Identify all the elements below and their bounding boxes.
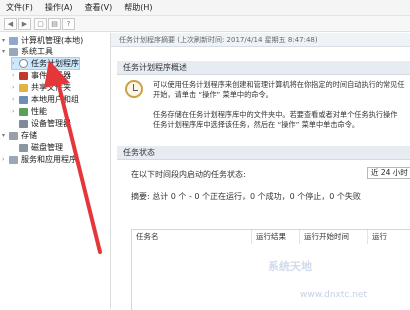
collapse-arrow-icon[interactable]: › (12, 60, 19, 67)
watermark-url: www.dnxtc.net (300, 290, 367, 300)
overview-line-1: 可以使用任务计划程序来创建和管理计算机将在你指定的时间自动执行的常见任 (153, 80, 405, 89)
expand-arrow-icon[interactable]: ▾ (2, 37, 9, 44)
tree-item-label: 服务和应用程序 (21, 155, 77, 164)
performance-icon (19, 107, 28, 116)
tree-item-storage[interactable]: ▾ 存储 (2, 130, 37, 141)
expand-arrow-icon[interactable]: ▾ (2, 132, 9, 139)
summary-header: 任务计划程序摘要 (上次刷新时间: 2017/4/14 星期五 8:47:48) (111, 33, 410, 47)
navigation-tree: ▾ 计算机管理(本地) ▾ 系统工具 › 任务计划程序 › 事件查看器 › 共享… (0, 33, 110, 309)
event-log-icon (19, 71, 28, 80)
column-header-run-result[interactable]: 运行结果 (252, 230, 300, 244)
menu-bar: 文件(F) 操作(A) 查看(V) 帮助(H) (0, 0, 410, 16)
status-prompt: 在以下时间段内启动的任务状态: (131, 170, 246, 179)
content-pane: 任务计划程序摘要 (上次刷新时间: 2017/4/14 星期五 8:47:48)… (110, 33, 410, 310)
column-header-task-name[interactable]: 任务名 (132, 230, 252, 244)
collapse-arrow-icon[interactable]: › (12, 108, 19, 115)
tools-icon (9, 47, 18, 56)
overview-line-2: 开始，请单击 “操作” 菜单中的命令。 (153, 90, 273, 99)
collapse-arrow-icon[interactable]: › (12, 96, 19, 103)
overview-line-4: 任务计划程序库中选择该任务，然后在 “操作” 菜单中单击命令。 (153, 120, 360, 129)
menu-file[interactable]: 文件(F) (0, 2, 39, 13)
tree-item-label: 事件查看器 (31, 71, 71, 80)
computer-icon (9, 36, 18, 45)
tree-item-label: 存储 (21, 131, 37, 140)
tree-item-label: 任务计划程序 (31, 59, 79, 68)
watermark-logo: 系统天地 (268, 260, 312, 273)
device-manager-icon (19, 119, 28, 128)
clock-icon (125, 80, 143, 98)
tree-item-label: 设备管理器 (31, 119, 71, 128)
up-folder-icon[interactable]: ▢ (34, 18, 47, 30)
toolbar: ◀ ▶ ▢ ▤ ? (0, 16, 410, 32)
tree-item-local-users[interactable]: › 本地用户和组 (12, 94, 79, 105)
overview-line-3: 任务存储在任务计划程序库中的文件夹中。若要查看或者对单个任务执行操作 (153, 110, 398, 119)
collapse-arrow-icon[interactable]: › (2, 156, 9, 163)
tree-item-computer-management[interactable]: ▾ 计算机管理(本地) (2, 35, 83, 46)
tree-item-system-tools[interactable]: ▾ 系统工具 (2, 46, 53, 57)
column-header-run-end[interactable]: 运行 (368, 230, 410, 244)
tree-item-services-apps[interactable]: › 服务和应用程序 (2, 154, 77, 165)
properties-icon[interactable]: ▤ (48, 18, 61, 30)
column-header-run-start[interactable]: 运行开始时间 (300, 230, 368, 244)
tree-item-event-viewer[interactable]: › 事件查看器 (12, 70, 71, 81)
forward-icon[interactable]: ▶ (18, 18, 31, 30)
status-summary: 摘要: 总计 0 个 - 0 个正在运行，0 个成功，0 个停止，0 个失败 (131, 192, 361, 201)
tree-item-label: 计算机管理(本地) (21, 36, 84, 45)
menu-view[interactable]: 查看(V) (79, 2, 119, 13)
period-select[interactable]: 近 24 小时 (367, 167, 410, 179)
collapse-arrow-icon[interactable]: › (12, 84, 19, 91)
tree-item-disk-management[interactable]: 磁盘管理 (19, 142, 63, 153)
status-section-title[interactable]: 任务状态 (117, 146, 410, 160)
clock-icon (19, 59, 28, 68)
tree-item-label: 磁盘管理 (31, 143, 63, 152)
services-icon (9, 155, 18, 164)
tree-item-performance[interactable]: › 性能 (12, 106, 47, 117)
tree-item-device-manager[interactable]: 设备管理器 (19, 118, 71, 129)
shared-folder-icon (19, 83, 28, 92)
tree-item-shared-folders[interactable]: › 共享文件夹 (12, 82, 71, 93)
collapse-arrow-icon[interactable]: › (12, 72, 19, 79)
menu-action[interactable]: 操作(A) (39, 2, 79, 13)
tree-item-label: 共享文件夹 (31, 83, 71, 92)
users-icon (19, 95, 28, 104)
tree-item-label: 性能 (31, 107, 47, 116)
disk-icon (19, 143, 28, 152)
help-icon[interactable]: ? (62, 18, 75, 30)
back-icon[interactable]: ◀ (4, 18, 17, 30)
expand-arrow-icon[interactable]: ▾ (2, 48, 9, 55)
overview-section-title[interactable]: 任务计划程序概述 (117, 61, 410, 75)
tree-item-label: 系统工具 (21, 47, 53, 56)
storage-icon (9, 131, 18, 140)
tree-item-task-scheduler[interactable]: › 任务计划程序 (11, 57, 80, 70)
tree-item-label: 本地用户和组 (31, 95, 79, 104)
menu-help[interactable]: 帮助(H) (118, 2, 158, 13)
